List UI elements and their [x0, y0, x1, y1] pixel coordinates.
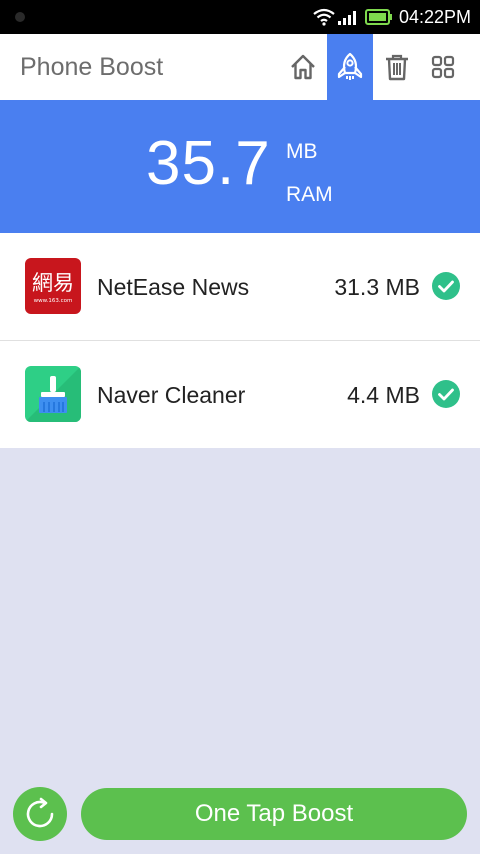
- status-bar: 04:22PM: [0, 0, 480, 34]
- app-size: 31.3 MB: [334, 274, 420, 300]
- home-button[interactable]: [280, 34, 326, 100]
- trash-icon: [386, 54, 408, 81]
- battery-icon: [364, 9, 392, 25]
- app-header: Phone Boost: [0, 34, 480, 101]
- check-icon[interactable]: [432, 272, 460, 300]
- notification-dot-icon: [15, 12, 25, 22]
- refresh-button[interactable]: [13, 787, 67, 841]
- wifi-icon: [313, 8, 335, 26]
- netease-logo-text: 網易: [32, 271, 74, 295]
- app-list: 網易 www.163.com NetEase News 31.3 MB Nave…: [0, 233, 480, 448]
- more-tools-button[interactable]: [420, 34, 466, 100]
- ram-unit: MB: [286, 140, 318, 163]
- trash-button[interactable]: [374, 34, 420, 100]
- refresh-icon: [26, 797, 54, 828]
- list-item[interactable]: 網易 www.163.com NetEase News 31.3 MB: [0, 233, 480, 341]
- signal-icon: [337, 11, 356, 25]
- netease-logo-subtext: www.163.com: [34, 298, 73, 304]
- grid-icon: [431, 55, 455, 79]
- app-name: Naver Cleaner: [97, 382, 246, 408]
- ram-label: RAM: [286, 183, 333, 206]
- app-name: NetEase News: [97, 274, 250, 300]
- netease-news-app-icon: 網易 www.163.com: [25, 258, 81, 314]
- app-size: 4.4 MB: [347, 382, 420, 408]
- boost-tab-button[interactable]: [327, 34, 373, 100]
- page-title: Phone Boost: [20, 53, 164, 81]
- check-icon[interactable]: [432, 380, 460, 408]
- clock: 04:22PM: [398, 6, 471, 27]
- ram-value: 35.7: [146, 129, 271, 198]
- one-tap-boost-button[interactable]: One Tap Boost: [81, 788, 467, 840]
- home-icon: [291, 54, 315, 80]
- rocket-icon: [337, 52, 363, 80]
- list-item[interactable]: Naver Cleaner 4.4 MB: [0, 341, 480, 448]
- ram-summary: 35.7 MB RAM: [0, 100, 480, 233]
- naver-cleaner-app-icon: [25, 366, 81, 422]
